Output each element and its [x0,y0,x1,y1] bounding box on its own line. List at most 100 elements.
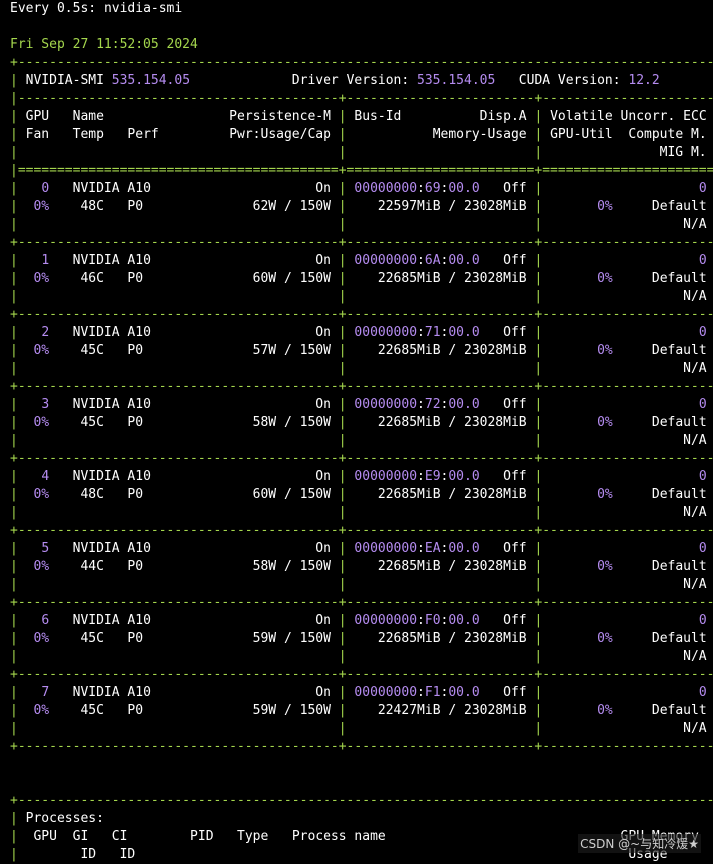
gpu-util: 0% [597,703,613,718]
command-name: nvidia-smi [103,1,183,16]
processes-top-border: +---------------------------------------… [10,792,713,810]
text [104,127,127,142]
gpu-mig: N/A [683,649,707,664]
table-separator: |---------------------------------------… [10,90,713,108]
gpu-perf: P0 [127,343,144,358]
text [49,253,72,268]
text [707,685,713,700]
gpu-ecc: 0 [698,253,707,268]
table-border: | [338,271,347,286]
text [49,343,80,358]
gpu-temp: 46C [80,271,104,286]
gpu-compute: Default [651,559,707,574]
table-border: | [338,145,347,160]
table-border: | [10,847,18,862]
text [347,703,378,718]
text [49,559,80,574]
text [18,649,339,664]
text [104,415,127,430]
gpu-perf: P0 [127,703,144,718]
table-double-separator: |=======================================… [10,162,713,180]
table-border: | [338,541,347,556]
text [542,703,597,718]
text [480,397,503,412]
text [18,397,41,412]
gpu-bus-prefix: 00000000 [354,613,418,628]
text [104,109,229,124]
driver-label: Driver Version: [291,73,410,88]
text [331,559,339,574]
gpu-row: | 0% 45C P0 59W / 150W | 22685MiB / 2302… [10,630,713,648]
text [542,631,597,646]
table-border: | [10,505,18,520]
gpu-util: 0% [597,631,613,646]
gpu-mig: N/A [683,217,707,232]
gpu-bus-id: 6A [424,253,441,268]
text [190,73,292,88]
text [347,433,535,448]
gpu-row: | 3 NVIDIA A10 On | 00000000:72:00.0 Off… [10,396,713,414]
gpu-disp: Off [503,541,527,556]
version-line: | NVIDIA-SMI 535.154.05 Driver Version: … [10,72,713,90]
text [143,343,253,358]
col-gpu: GPU [25,109,50,124]
gpu-separator: +---------------------------------------… [10,306,713,324]
col-name: Name [72,109,104,124]
text [542,487,597,502]
gpu-bus-id: 72 [424,397,441,412]
gpu-perf: P0 [127,631,144,646]
gpu-row: | 0% 45C P0 57W / 150W | 22685MiB / 2302… [10,342,713,360]
table-border: | [10,145,18,160]
gpu-bus-prefix: 00000000 [354,181,418,196]
gpu-compute: Default [651,415,707,430]
text [331,397,339,412]
gpu-row: | 0% 48C P0 60W / 150W | 22685MiB / 2302… [10,486,713,504]
table-border: | [10,811,18,826]
gpu-temp: 44C [80,559,104,574]
gpu-mig: N/A [683,505,707,520]
table-border: +---------------------------------------… [10,739,713,754]
text [104,73,112,88]
text [495,73,518,88]
text [542,505,683,520]
text [542,343,597,358]
gpu-persistence: On [315,397,331,412]
text [613,559,652,574]
gpu-power: 62W / 150W [252,199,331,214]
gpu-fan: 0% [33,343,50,358]
text [18,433,339,448]
text [18,829,34,844]
text [135,847,628,862]
gpu-index: 7 [41,685,50,700]
gpu-bus-id: EA [424,541,441,556]
text [347,145,535,160]
text [331,271,339,286]
table-border: |=======================================… [10,163,713,178]
text [18,541,41,556]
table-border: |---------------------------------------… [10,91,713,106]
table-border: | [10,631,18,646]
text [347,631,378,646]
gpu-row: | 0% 45C P0 59W / 150W | 22427MiB / 2302… [10,702,713,720]
text: : [417,541,425,556]
text [18,469,41,484]
gpu-memory: 22427MiB / 23028MiB [377,703,527,718]
gpu-persistence: On [315,325,331,340]
gpu-memory: 22685MiB / 23028MiB [377,631,527,646]
table-border: | [338,577,347,592]
text [18,703,34,718]
text [409,73,417,88]
text: : [417,397,425,412]
col-compute: Compute M. [628,127,707,142]
gpu-bus-prefix: 00000000 [354,541,418,556]
text [49,415,80,430]
text [331,199,339,214]
text [331,469,339,484]
text [18,253,41,268]
gpu-name: NVIDIA A10 [72,325,151,340]
text [707,721,713,736]
text [18,847,81,862]
text [401,109,479,124]
text [613,199,652,214]
gpu-name: NVIDIA A10 [72,685,151,700]
